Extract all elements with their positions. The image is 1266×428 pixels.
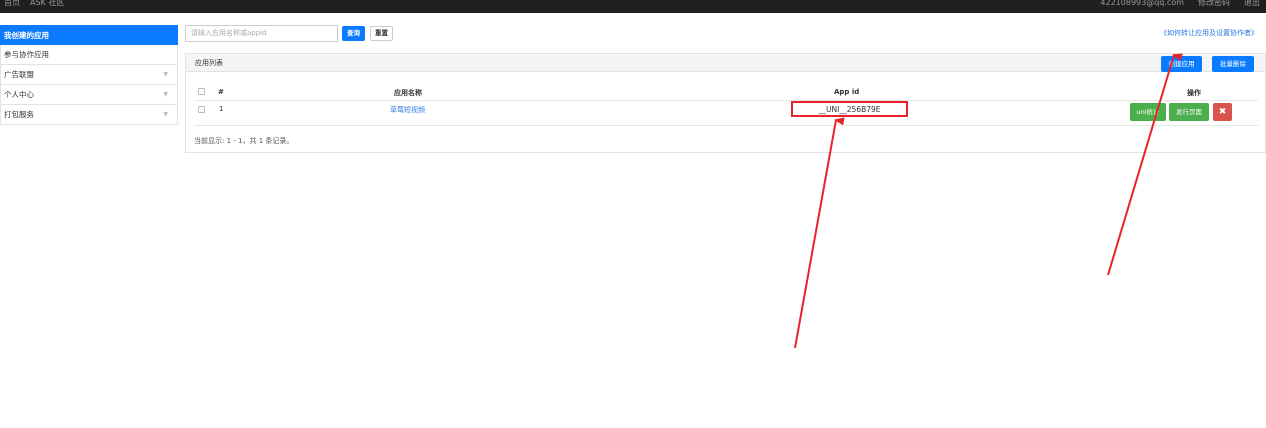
select-all-checkbox[interactable]: [198, 88, 205, 95]
top-nav-left: 首页 ASK 社区: [4, 0, 64, 9]
row-divider: [194, 125, 1258, 126]
create-app-button[interactable]: 创建应用: [1161, 56, 1202, 72]
sidebar-item-my-apps[interactable]: 我创建的应用: [0, 25, 178, 45]
sidebar-item-ad-alliance[interactable]: 广告联盟 ▼: [0, 65, 178, 85]
sidebar-item-label: 我创建的应用: [4, 31, 49, 40]
uni-stats-button[interactable]: uni统计: [1130, 103, 1166, 121]
user-email-link[interactable]: 422108993@qq.com: [1100, 0, 1184, 9]
sidebar: 我创建的应用 参与协作应用 广告联盟 ▼ 个人中心 ▼ 打包服务 ▼: [0, 25, 178, 125]
nav-ask-link[interactable]: ASK 社区: [30, 0, 64, 9]
sidebar-item-collab-apps[interactable]: 参与协作应用: [0, 45, 178, 65]
change-password-link[interactable]: 修改密码: [1198, 0, 1230, 9]
sidebar-item-label: 打包服务: [4, 110, 34, 119]
sidebar-item-personal-center[interactable]: 个人中心 ▼: [0, 85, 178, 105]
chevron-down-icon: ▼: [163, 91, 168, 98]
transfer-help-link[interactable]: 《如何转让应用及设置协作者》: [1160, 28, 1258, 38]
column-header-appid: App id: [834, 88, 860, 96]
app-list-panel: 应用列表 创建应用 批量删除 # 应用名称 App id 操作 1 草莓短视频 …: [185, 53, 1266, 153]
sidebar-item-label: 广告联盟: [4, 70, 34, 79]
panel-header: 应用列表 创建应用 批量删除: [186, 54, 1265, 72]
logout-link[interactable]: 退出: [1244, 0, 1260, 9]
batch-delete-button[interactable]: 批量删除: [1212, 56, 1254, 72]
chevron-down-icon: ▼: [163, 111, 168, 118]
reset-button[interactable]: 重置: [370, 26, 393, 41]
search-bar: 请输入应用名称或appid 查询 重置: [185, 25, 393, 42]
top-nav-bar: 首页 ASK 社区 422108993@qq.com 修改密码 退出: [0, 0, 1266, 13]
nav-home-link[interactable]: 首页: [4, 0, 20, 9]
row-checkbox[interactable]: [198, 106, 205, 113]
sidebar-item-label: 参与协作应用: [4, 50, 49, 59]
sidebar-item-packaging[interactable]: 打包服务 ▼: [0, 105, 178, 125]
column-header-index: #: [218, 88, 224, 96]
chevron-down-icon: ▼: [163, 71, 168, 78]
query-button[interactable]: 查询: [342, 26, 365, 41]
sidebar-item-label: 个人中心: [4, 90, 34, 99]
app-name-link[interactable]: 草莓短视频: [390, 105, 425, 115]
column-header-ops: 操作: [1187, 89, 1201, 97]
delete-icon[interactable]: ✖: [1213, 103, 1232, 121]
app-id-value: __UNI__256B79E: [818, 105, 881, 114]
annotation-arrow-appid: [794, 117, 845, 349]
search-input[interactable]: 请输入应用名称或appid: [185, 25, 338, 42]
header-divider: [194, 100, 1258, 101]
row-index: 1: [219, 105, 224, 113]
column-header-name: 应用名称: [394, 89, 422, 97]
top-nav-right: 422108993@qq.com 修改密码 退出: [1100, 0, 1260, 9]
publish-page-button[interactable]: 发行页面: [1169, 103, 1209, 121]
appid-highlight-box: __UNI__256B79E: [791, 101, 908, 117]
record-count-text: 当前显示: 1 - 1，共 1 条记录。: [194, 137, 294, 145]
panel-title: 应用列表: [195, 59, 223, 67]
